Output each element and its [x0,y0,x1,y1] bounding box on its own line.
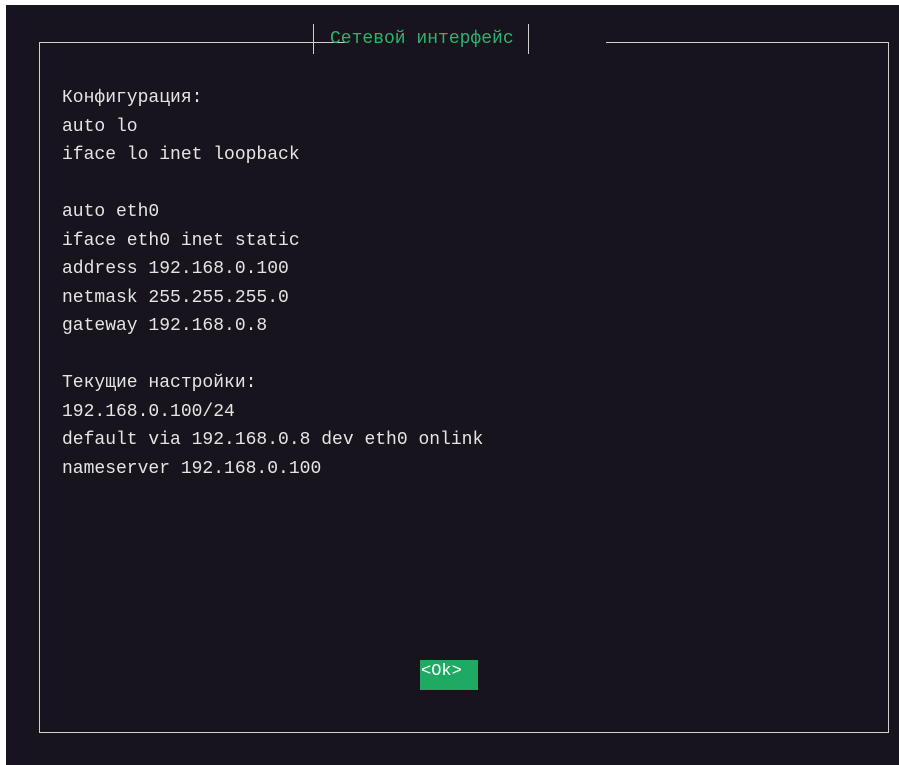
dialog-content: Конфигурация: auto lo iface lo inet loop… [62,84,483,483]
config-line [62,170,483,199]
ok-button[interactable]: <Ok> [420,660,478,690]
current-settings-line: nameserver 192.168.0.100 [62,458,322,479]
config-line: address 192.168.0.100 [62,259,289,279]
config-line: auto lo [62,116,138,137]
config-line [62,341,483,370]
terminal-screen: Сетевой интерфейс Конфигурация: auto lo … [6,5,899,765]
current-settings-line: Текущие настройки: [62,373,257,393]
config-line: netmask 255.255.255.0 [62,287,289,308]
current-settings-line: default via 192.168.0.8 dev eth0 onlink [62,430,484,450]
config-line: auto eth0 [62,202,160,222]
dialog-title: Сетевой интерфейс [330,29,514,49]
dialog-title-bar: Сетевой интерфейс [313,20,529,58]
current-settings-line: 192.168.0.100/24 [62,401,235,422]
config-line: iface eth0 inet static [62,230,300,251]
title-right-divider [527,24,529,54]
config-line: iface lo inet loopback [62,145,300,165]
config-line: gateway 192.168.0.8 [62,316,268,336]
config-line: Конфигурация: [62,88,203,108]
